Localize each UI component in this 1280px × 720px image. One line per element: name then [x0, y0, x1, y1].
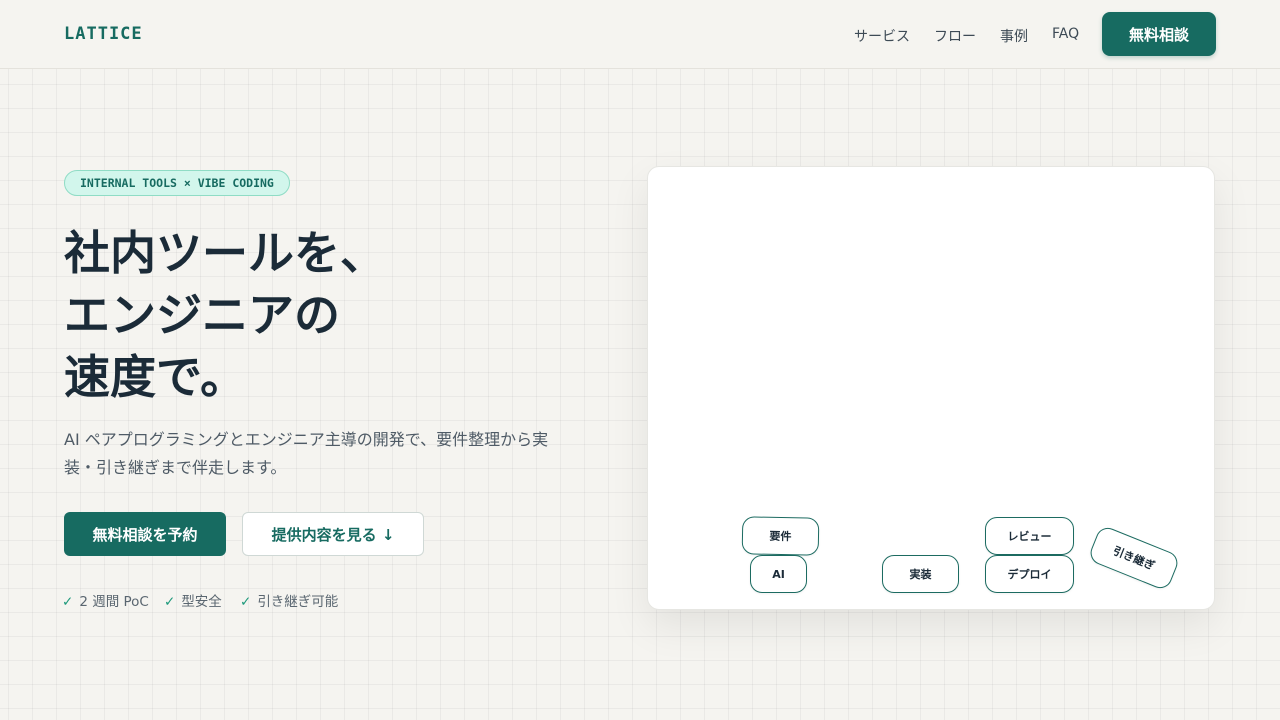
feature-item-type-safe: ✓ 型安全 — [164, 590, 222, 610]
lead-line-2: 装・引き継ぎまで伴走します。 — [64, 458, 287, 477]
chip-ai[interactable]: AI — [750, 555, 807, 593]
headline-line-3: 速度で。 — [64, 350, 247, 404]
hero-headline: 社内ツールを、 エンジニアの 速度で。 — [64, 222, 604, 408]
category-badge: INTERNAL TOOLS × VIBE CODING — [64, 170, 290, 196]
lead-line-1: AI ペアプログラミングとエンジニア主導の開発で、要件整理から実 — [64, 430, 549, 449]
chip-implementation[interactable]: 実装 — [882, 555, 959, 593]
feature-label: 引き継ぎ可能 — [257, 594, 339, 610]
view-services-button[interactable]: 提供内容を見る ↓ — [242, 512, 424, 556]
chip-requirements[interactable]: 要件 — [741, 516, 820, 556]
headline-line-2: エンジニアの — [64, 288, 340, 342]
workflow-canvas: 要件 AI 実装 レビュー デプロイ 引き継ぎ — [647, 166, 1215, 610]
chip-handover[interactable]: 引き継ぎ — [1087, 524, 1181, 592]
nav-item-flow[interactable]: フロー — [934, 26, 976, 46]
nav-item-cases[interactable]: 事例 — [1000, 26, 1028, 46]
chip-deploy[interactable]: デプロイ — [985, 555, 1074, 593]
book-consultation-button[interactable]: 無料相談を予約 — [64, 512, 226, 556]
logo[interactable]: LATTICE — [64, 24, 143, 44]
check-icon: ✓ — [164, 594, 176, 610]
check-icon: ✓ — [62, 594, 74, 610]
free-consultation-button[interactable]: 無料相談 — [1102, 12, 1216, 56]
check-icon: ✓ — [240, 594, 252, 610]
feature-item-handover: ✓ 引き継ぎ可能 — [240, 590, 338, 610]
hero-lead: AI ペアプログラミングとエンジニア主導の開発で、要件整理から実 装・引き継ぎま… — [64, 426, 624, 482]
nav-item-services[interactable]: サービス — [854, 26, 910, 46]
headline-line-1: 社内ツールを、 — [64, 226, 386, 280]
nav-item-faq[interactable]: FAQ — [1052, 26, 1079, 42]
chip-review[interactable]: レビュー — [985, 517, 1074, 555]
feature-label: 2 週間 PoC — [79, 594, 149, 610]
feature-item-poc: ✓ 2 週間 PoC — [62, 590, 149, 610]
site-header: LATTICE サービス フロー 事例 FAQ 無料相談 — [0, 0, 1280, 69]
feature-label: 型安全 — [181, 594, 222, 610]
